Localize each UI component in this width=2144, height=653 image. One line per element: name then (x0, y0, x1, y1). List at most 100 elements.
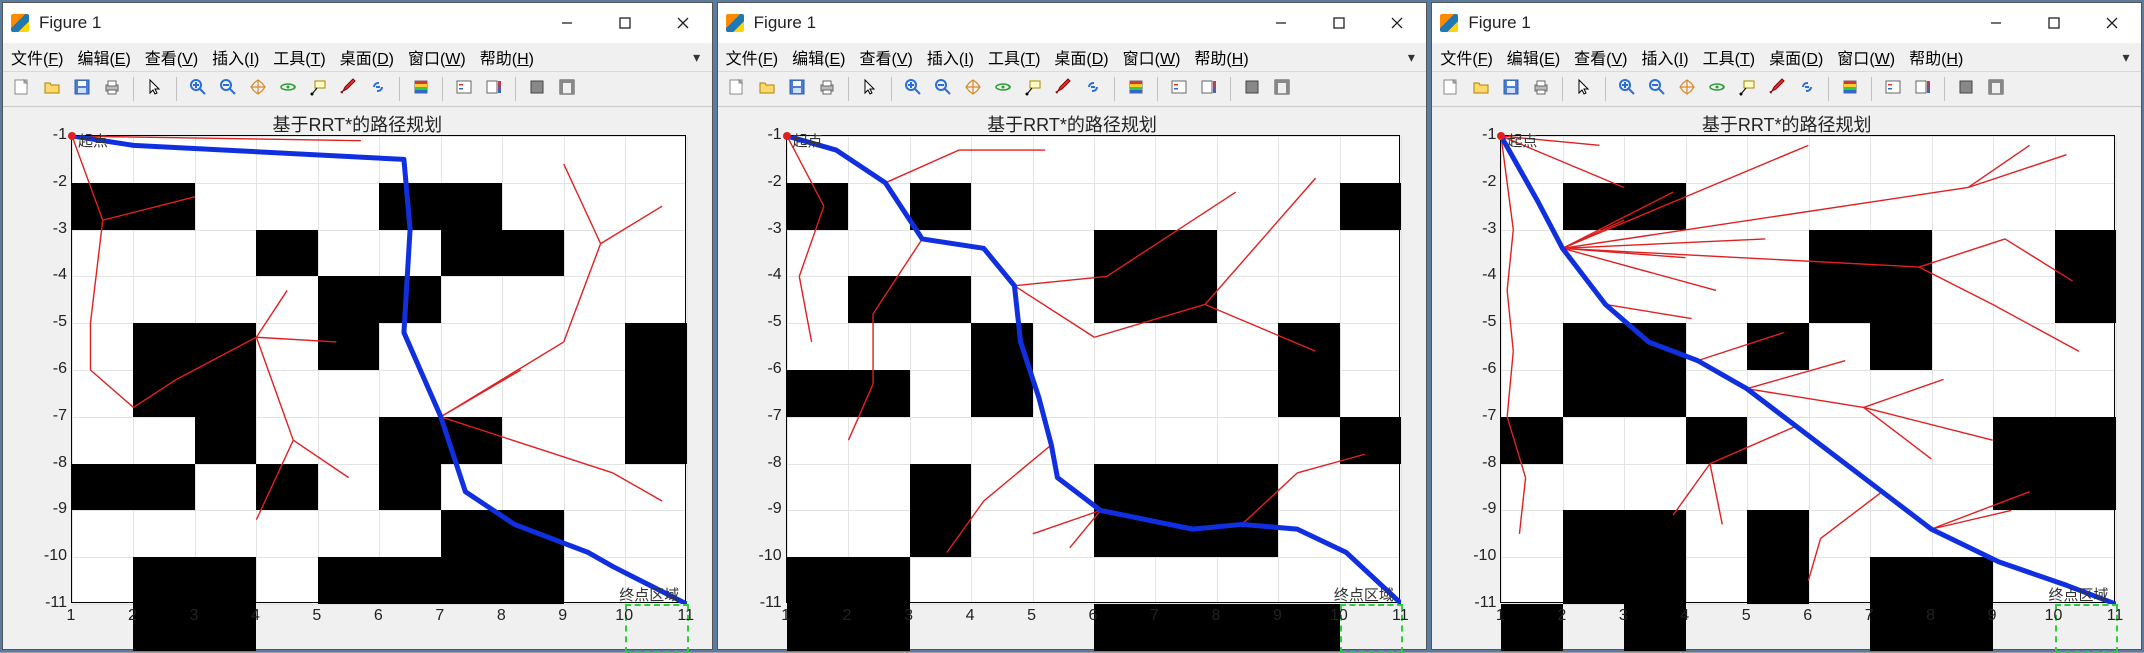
close-button[interactable] (2083, 3, 2141, 43)
open-button[interactable] (39, 76, 65, 102)
colorbar-button[interactable] (1837, 76, 1863, 102)
menu-v[interactable]: 查看(V) (145, 45, 198, 69)
insert-legend-button[interactable] (1166, 76, 1192, 102)
data-cursor-button[interactable] (305, 76, 331, 102)
hide-plot-tools-button[interactable] (524, 76, 550, 102)
link-button[interactable] (1080, 76, 1106, 102)
rotate3d-button[interactable] (990, 76, 1016, 102)
menubar[interactable]: 文件(F)编辑(E)查看(V)插入(I)工具(T)桌面(D)窗口(W)帮助(H)… (718, 43, 1427, 72)
figure-area[interactable]: 基于RRT*的路径规划起点终点区域1234567891011-1-2-3-4-5… (3, 107, 712, 649)
zoom-out-button[interactable] (930, 76, 956, 102)
brush-button[interactable] (1050, 76, 1076, 102)
minimize-button[interactable] (1967, 3, 2025, 43)
menubar[interactable]: 文件(F) 编辑(E) 查看(V) 插入(I) 工具(T) 桌面(D) 窗口(W) 帮助(H)… (1432, 43, 2141, 72)
figure-window[interactable]: Figure 1 文件(F) 编辑(E) 查看(V) 插入(I) 工具(T) 桌面(D) 窗… (1431, 2, 2142, 650)
menu-v[interactable]: 查看(V) (859, 45, 912, 69)
menu-t[interactable]: 工具(T) (988, 45, 1040, 69)
menu-t[interactable]: 工具(T) (1703, 45, 1755, 69)
open-button[interactable] (754, 76, 780, 102)
pointer-button[interactable] (142, 76, 168, 102)
menu-t[interactable]: 工具(T) (273, 45, 325, 69)
maximize-button[interactable] (596, 3, 654, 43)
save-button[interactable] (69, 76, 95, 102)
menu-i[interactable]: 插入(I) (1641, 45, 1688, 69)
close-button[interactable] (1368, 3, 1426, 43)
menu-f[interactable]: 文件(F) (726, 45, 778, 69)
show-plot-tools-button[interactable] (1983, 76, 2009, 102)
hide-plot-tools-button[interactable] (1953, 76, 1979, 102)
zoom-in-button[interactable] (1614, 76, 1640, 102)
figure-area[interactable]: 基于RRT*的路径规划起点终点区域1234567891011-1-2-3-4-5… (1432, 107, 2141, 649)
insert-colorbar-button[interactable] (481, 76, 507, 102)
toolbar[interactable] (3, 72, 712, 107)
insert-legend-button[interactable] (1880, 76, 1906, 102)
zoom-in-button[interactable] (185, 76, 211, 102)
minimize-button[interactable] (1252, 3, 1310, 43)
menu-w[interactable]: 窗口(W) (408, 45, 466, 69)
menu-d[interactable]: 桌面(D) (340, 45, 394, 69)
menu-h[interactable]: 帮助(H) (1909, 45, 1963, 69)
save-button[interactable] (784, 76, 810, 102)
zoom-out-button[interactable] (215, 76, 241, 102)
figure-window[interactable]: Figure 1 文件(F) 编辑(E) 查看(V) 插入(I) 工具(T) 桌面(D) 窗… (2, 2, 713, 650)
brush-button[interactable] (1764, 76, 1790, 102)
pan-button[interactable] (245, 76, 271, 102)
data-cursor-button[interactable] (1020, 76, 1046, 102)
show-plot-tools-button[interactable] (554, 76, 580, 102)
rotate3d-button[interactable] (1704, 76, 1730, 102)
titlebar[interactable]: Figure 1 (1432, 3, 2141, 43)
menu-h[interactable]: 帮助(H) (1194, 45, 1248, 69)
menu-chevron-icon[interactable]: ▾ (2119, 49, 2133, 66)
insert-colorbar-button[interactable] (1196, 76, 1222, 102)
menu-i[interactable]: 插入(I) (927, 45, 974, 69)
maximize-button[interactable] (2025, 3, 2083, 43)
pointer-button[interactable] (1571, 76, 1597, 102)
menu-e[interactable]: 编辑(E) (1507, 45, 1560, 69)
pointer-button[interactable] (857, 76, 883, 102)
colorbar-button[interactable] (408, 76, 434, 102)
new-figure-button[interactable] (1438, 76, 1464, 102)
open-button[interactable] (1468, 76, 1494, 102)
menu-h[interactable]: 帮助(H) (480, 45, 534, 69)
toolbar[interactable] (718, 72, 1427, 107)
titlebar[interactable]: Figure 1 (3, 3, 712, 43)
print-button[interactable] (814, 76, 840, 102)
menu-chevron-icon[interactable]: ▾ (690, 49, 704, 66)
brush-button[interactable] (335, 76, 361, 102)
menu-v[interactable]: 查看(V) (1574, 45, 1627, 69)
menu-f[interactable]: 文件(F) (1440, 45, 1492, 69)
toolbar[interactable] (1432, 72, 2141, 107)
menu-d[interactable]: 桌面(D) (1054, 45, 1108, 69)
new-figure-button[interactable] (724, 76, 750, 102)
figure-window[interactable]: Figure 1 文件(F)编辑(E)查看(V)插入(I)工具(T)桌面(D)窗… (717, 2, 1428, 650)
pan-button[interactable] (1674, 76, 1700, 102)
zoom-in-button[interactable] (900, 76, 926, 102)
insert-colorbar-button[interactable] (1910, 76, 1936, 102)
pan-button[interactable] (960, 76, 986, 102)
menu-i[interactable]: 插入(I) (212, 45, 259, 69)
zoom-out-button[interactable] (1644, 76, 1670, 102)
print-button[interactable] (1528, 76, 1554, 102)
menubar[interactable]: 文件(F) 编辑(E) 查看(V) 插入(I) 工具(T) 桌面(D) 窗口(W) 帮助(H)… (3, 43, 712, 72)
menu-e[interactable]: 编辑(E) (77, 45, 130, 69)
save-button[interactable] (1498, 76, 1524, 102)
axes[interactable]: 起点终点区域 (1500, 135, 2115, 603)
rotate3d-button[interactable] (275, 76, 301, 102)
menu-d[interactable]: 桌面(D) (1769, 45, 1823, 69)
menu-w[interactable]: 窗口(W) (1837, 45, 1895, 69)
axes[interactable]: 起点终点区域 (71, 135, 686, 603)
data-cursor-button[interactable] (1734, 76, 1760, 102)
menu-f[interactable]: 文件(F) (11, 45, 63, 69)
show-plot-tools-button[interactable] (1269, 76, 1295, 102)
maximize-button[interactable] (1310, 3, 1368, 43)
figure-area[interactable]: 基于RRT*的路径规划起点终点区域1234567891011-1-2-3-4-5… (718, 107, 1427, 649)
print-button[interactable] (99, 76, 125, 102)
hide-plot-tools-button[interactable] (1239, 76, 1265, 102)
link-button[interactable] (1794, 76, 1820, 102)
colorbar-button[interactable] (1123, 76, 1149, 102)
close-button[interactable] (654, 3, 712, 43)
minimize-button[interactable] (538, 3, 596, 43)
new-figure-button[interactable] (9, 76, 35, 102)
insert-legend-button[interactable] (451, 76, 477, 102)
link-button[interactable] (365, 76, 391, 102)
